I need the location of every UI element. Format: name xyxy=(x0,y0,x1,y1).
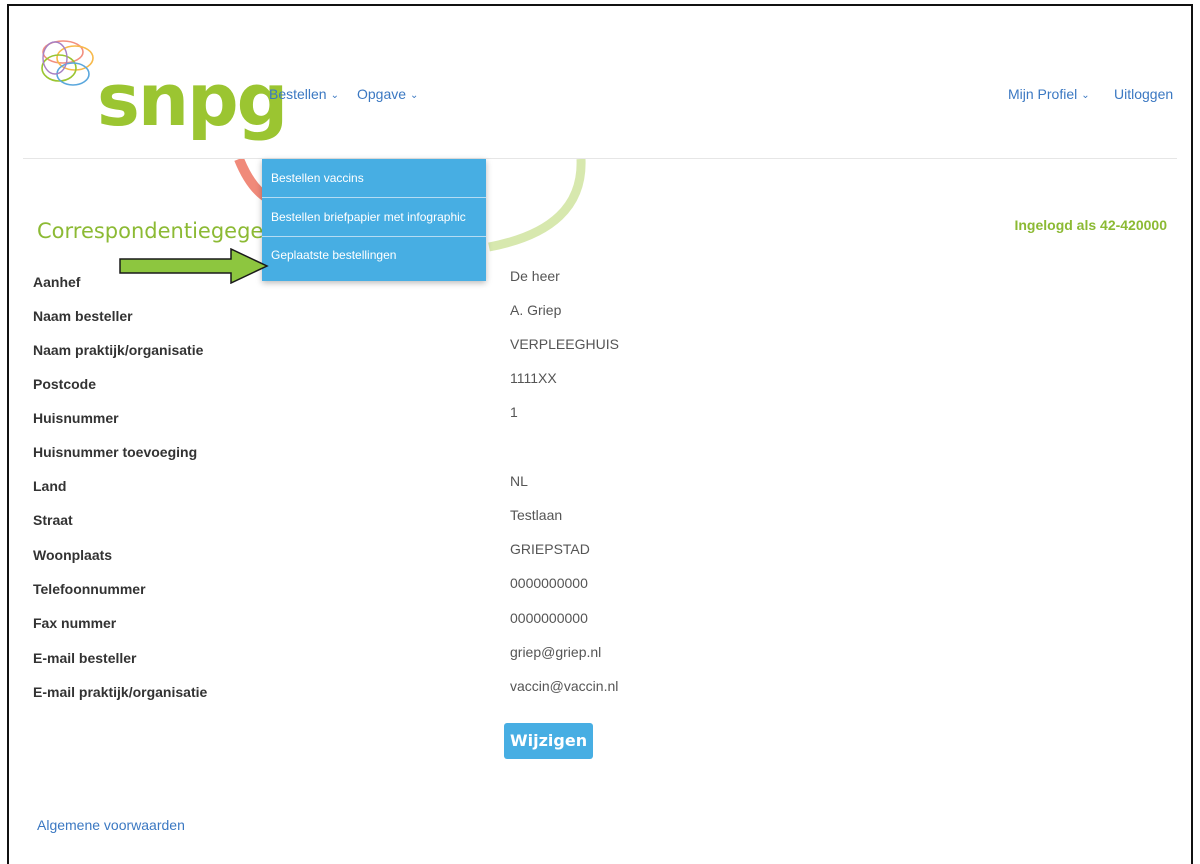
field-label: E-mail praktijk/organisatie xyxy=(33,684,208,700)
chevron-down-icon: ⌄ xyxy=(410,90,419,101)
field-label: Woonplaats xyxy=(33,547,113,563)
field-label: Land xyxy=(33,478,67,494)
right-arrow-icon xyxy=(119,248,269,284)
nav-opgave[interactable]: Opgave ⌄ xyxy=(357,86,418,102)
algemene-voorwaarden-link[interactable]: Algemene voorwaarden xyxy=(37,817,185,833)
field-label: Naam besteller xyxy=(33,308,133,324)
field-value: GRIEPSTAD xyxy=(510,541,590,557)
field-value: 0000000000 xyxy=(510,575,588,591)
field-label: Postcode xyxy=(33,376,97,392)
nav-bestellen-label: Bestellen xyxy=(269,86,327,102)
nav-mijn-profiel-label: Mijn Profiel xyxy=(1008,86,1078,102)
menu-item-bestellen-briefpapier[interactable]: Bestellen briefpapier met infographic xyxy=(262,198,486,237)
nav-mijn-profiel[interactable]: Mijn Profiel ⌄ xyxy=(1008,86,1090,102)
chevron-down-icon: ⌄ xyxy=(1081,90,1090,101)
logo-wordmark: snpg xyxy=(97,58,288,142)
field-value: De heer xyxy=(510,268,560,284)
field-value: griep@griep.nl xyxy=(510,644,602,660)
field-label: Naam praktijk/organisatie xyxy=(33,342,204,358)
field-label: Huisnummer toevoeging xyxy=(33,444,198,460)
field-label: E-mail besteller xyxy=(33,650,137,666)
nav-uitloggen[interactable]: Uitloggen xyxy=(1114,86,1173,102)
wijzigen-button[interactable]: Wijzigen xyxy=(504,723,594,759)
field-value: 1111XX xyxy=(510,370,557,386)
logged-in-as-label: Ingelogd als 42-420000 xyxy=(1014,217,1167,233)
field-value: VERPLEEGHUIS xyxy=(510,336,619,352)
field-label: Huisnummer xyxy=(33,410,119,426)
field-value: Testlaan xyxy=(510,507,563,523)
menu-item-bestellen-vaccins[interactable]: Bestellen vaccins xyxy=(262,159,486,198)
snpg-logo[interactable]: snpg xyxy=(33,34,288,164)
field-label: Telefoonnummer xyxy=(33,581,146,597)
browser-frame: snpg Bestellen ⌄ Opgave ⌄ Mijn Profiel ⌄ Ui… xyxy=(7,4,1193,864)
menu-item-geplaatste-bestellingen[interactable]: Geplaatste bestellingen xyxy=(262,237,486,281)
chevron-down-icon: ⌄ xyxy=(330,90,339,101)
field-value: A. Griep xyxy=(510,302,562,318)
bestellen-dropdown-menu: Bestellen vaccins Bestellen briefpapier … xyxy=(262,159,486,281)
field-value: 0000000000 xyxy=(510,610,588,626)
field-label: Aanhef xyxy=(33,274,81,290)
field-value: vaccin@vaccin.nl xyxy=(510,678,619,694)
nav-bestellen[interactable]: Bestellen ⌄ xyxy=(269,86,339,102)
nav-opgave-label: Opgave xyxy=(357,86,407,102)
field-label: Fax nummer xyxy=(33,615,117,631)
field-label: Straat xyxy=(33,512,73,528)
field-value: 1 xyxy=(510,404,518,420)
field-value: NL xyxy=(510,473,528,489)
